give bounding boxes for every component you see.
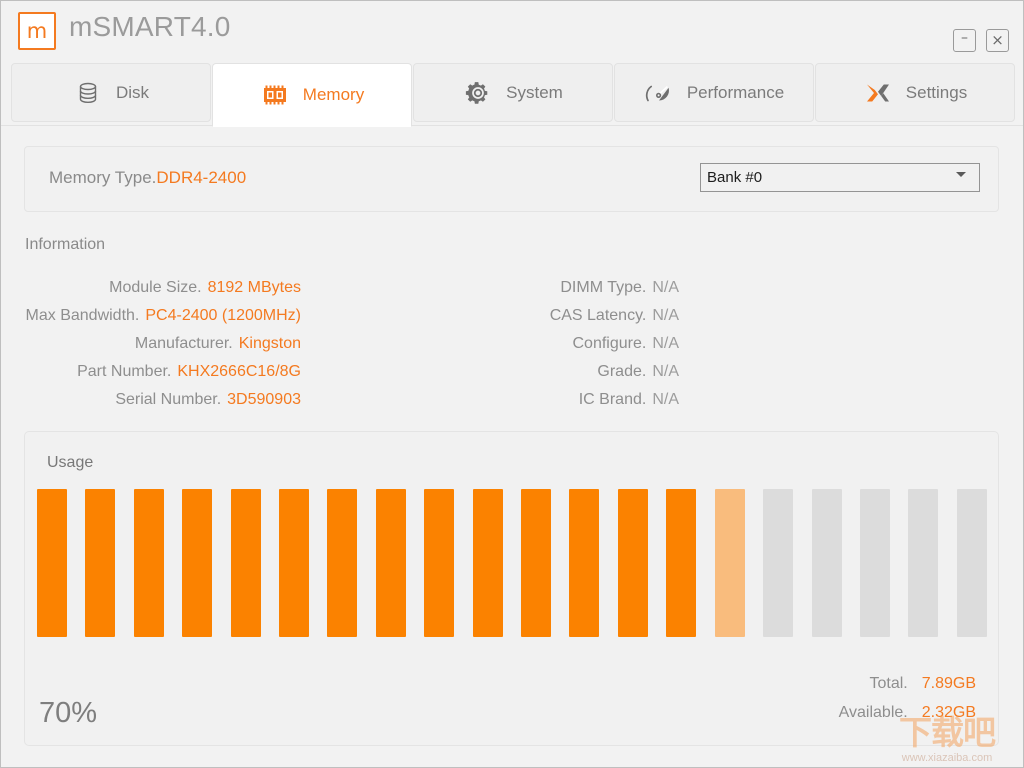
info-row: Grade. N/A (379, 358, 679, 386)
tab-memory-label: Memory (302, 85, 365, 104)
usage-panel: Usage 70% Total. 7.89GB Available. 2.32GB (24, 431, 999, 746)
usage-bar (230, 489, 261, 637)
info-value: KHX2666C16/8G (177, 363, 301, 380)
usage-bar (908, 489, 939, 637)
logo-letter: m (26, 19, 48, 43)
info-value: N/A (652, 363, 679, 380)
msmart-logo-icon: m (18, 12, 56, 50)
info-label: Part Number. (77, 363, 172, 380)
info-label: DIMM Type. (560, 279, 647, 296)
usage-bar (763, 489, 794, 637)
usage-percent: 70% (39, 697, 98, 729)
info-value: N/A (652, 335, 679, 352)
usage-bar (37, 489, 67, 637)
usage-bar (569, 489, 600, 637)
usage-bar (811, 489, 842, 637)
usage-bar (279, 489, 310, 637)
usage-bar (327, 489, 358, 637)
memory-panel: Memory Type.DDR4-2400 Bank #0Bank #1Bank… (1, 125, 1023, 767)
tab-performance[interactable]: Performance (614, 63, 814, 122)
tab-settings[interactable]: Settings (815, 63, 1015, 122)
info-label: Serial Number. (115, 391, 222, 408)
info-row: IC Brand. N/A (379, 386, 679, 414)
info-label: Module Size. (109, 279, 202, 296)
information-column-right: DIMM Type. N/A CAS Latency. N/A Configure.… (379, 274, 679, 414)
memory-chip-icon (260, 80, 290, 110)
gauge-icon (644, 78, 674, 108)
info-row: CAS Latency. N/A (379, 302, 679, 330)
app-title: mSMART4.0 (69, 11, 231, 42)
usage-bar (859, 489, 890, 637)
tab-bar: Disk Memory System Performance Settings (1, 58, 1023, 127)
minimize-button[interactable]: – (953, 29, 976, 52)
tab-settings-label: Settings (905, 82, 968, 102)
info-row: Configure. N/A (379, 330, 680, 358)
total-row: Total. 7.89GB (839, 669, 976, 698)
available-value: 2.32GB (921, 704, 976, 721)
msmart-window: m mSMART4.0 – × Disk Memory System Perfo… (0, 0, 1024, 768)
tab-system[interactable]: System (413, 63, 613, 122)
info-value: N/A (652, 279, 679, 296)
info-row: Part Number. KHX2666C16/8G (1, 358, 301, 386)
tab-disk[interactable]: Disk (11, 63, 211, 122)
usage-bar (956, 489, 987, 637)
info-row: Manufacturer. Kingston (1, 330, 301, 358)
usage-bar (85, 489, 116, 637)
total-value: 7.89GB (921, 675, 976, 692)
info-label: Manufacturer. (134, 335, 233, 352)
info-label: IC Brand. (578, 391, 647, 408)
info-value: N/A (652, 391, 679, 408)
close-button[interactable]: × (986, 29, 1009, 52)
tab-performance-label: Performance (686, 82, 785, 102)
memory-type-value: DDR4-2400 (156, 168, 247, 187)
information-column-left: Module Size. 8192 MBytes Max Bandwidth. PC… (1, 274, 301, 414)
title-bar: m mSMART4.0 – × (1, 1, 1023, 58)
available-row: Available. 2.32GB (839, 698, 976, 727)
info-value: Kingston (238, 335, 301, 352)
info-row: Serial Number. 3D590903 (1, 386, 301, 414)
memory-type-row: Memory Type.DDR4-2400 (49, 168, 246, 188)
info-label: Grade. (597, 363, 647, 380)
total-label: Total. (869, 675, 908, 692)
available-label: Available. (838, 704, 908, 721)
gear-icon (463, 78, 493, 108)
usage-bar (133, 489, 164, 637)
info-row: Module Size. 8192 MBytes (1, 274, 301, 302)
usage-bar (617, 489, 648, 637)
bank-select[interactable]: Bank #0Bank #1Bank #2Bank #3 (700, 163, 980, 192)
usage-bar (375, 489, 406, 637)
disk-icon (73, 78, 103, 108)
info-row: Max Bandwidth. PC4-2400 (1200MHz) (1, 302, 301, 330)
info-row: DIMM Type. N/A (379, 274, 679, 302)
usage-stats: Total. 7.89GB Available. 2.32GB (839, 669, 976, 727)
info-label: Configure. (572, 335, 647, 352)
memory-type-panel: Memory Type.DDR4-2400 Bank #0Bank #1Bank… (24, 146, 999, 212)
usage-bar-chart (37, 489, 987, 637)
usage-title: Usage (47, 454, 94, 471)
usage-bar (521, 489, 552, 637)
watermark-url: www.xiazaiba.com (901, 752, 993, 764)
memory-type-label: Memory Type. (49, 168, 157, 187)
info-label: CAS Latency. (549, 307, 647, 324)
usage-bar (472, 489, 503, 637)
info-value: N/A (652, 307, 679, 324)
x-cross-icon (863, 78, 893, 108)
info-value: PC4-2400 (1200MHz) (145, 307, 301, 324)
info-value: 8192 MBytes (207, 279, 301, 296)
usage-bar (666, 489, 697, 637)
tab-memory[interactable]: Memory (212, 63, 412, 127)
information-heading: Information (25, 236, 106, 253)
usage-bar (424, 489, 455, 637)
tab-system-label: System (506, 82, 563, 102)
tab-disk-label: Disk (115, 82, 150, 102)
usage-bar (182, 489, 213, 637)
info-value: 3D590903 (227, 391, 301, 408)
info-label: Max Bandwidth. (25, 307, 140, 324)
usage-bar (714, 489, 745, 637)
